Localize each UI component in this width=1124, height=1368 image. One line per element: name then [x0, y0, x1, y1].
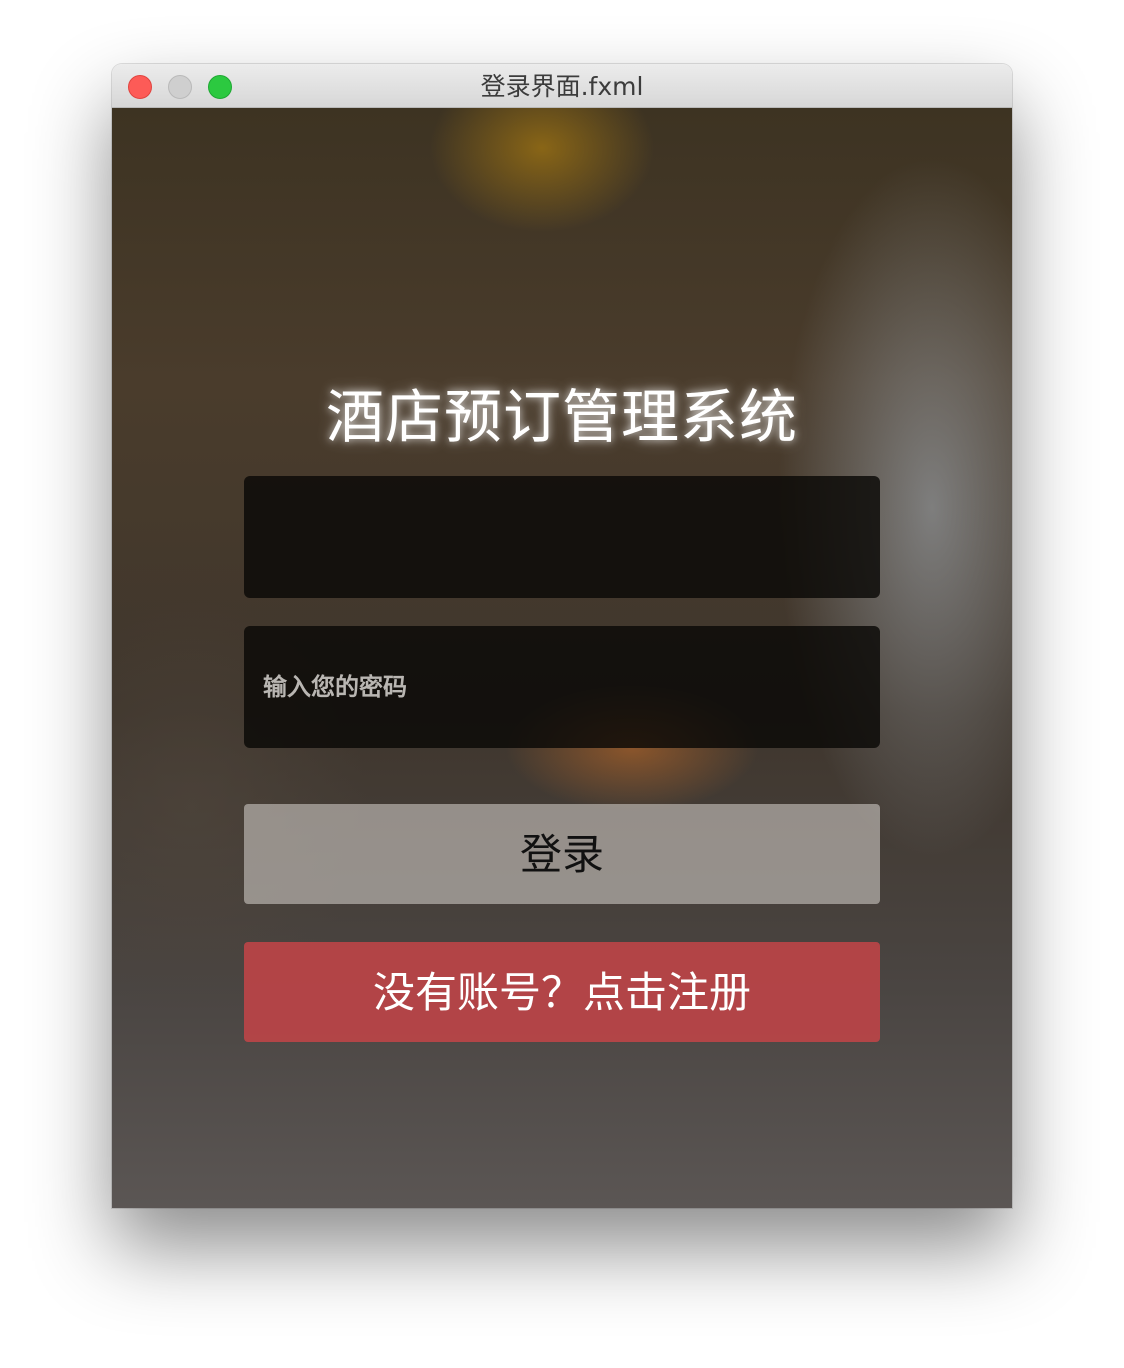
- title-bar[interactable]: 登录界面.fxml: [112, 64, 1012, 108]
- password-input[interactable]: [244, 626, 880, 748]
- app-title: 酒店预订管理系统: [325, 383, 798, 451]
- register-button[interactable]: 没有账号？点击注册: [244, 942, 880, 1042]
- login-button[interactable]: 登录: [244, 804, 880, 904]
- login-panel: 酒店预订管理系统 登录 没有账号？点击注册: [112, 108, 1012, 1208]
- window-title: 登录界面.fxml: [480, 72, 644, 101]
- app-window: 登录界面.fxml 酒店预订管理系统 登录 没有账号？点击注册: [112, 64, 1012, 1208]
- username-input[interactable]: [244, 476, 880, 598]
